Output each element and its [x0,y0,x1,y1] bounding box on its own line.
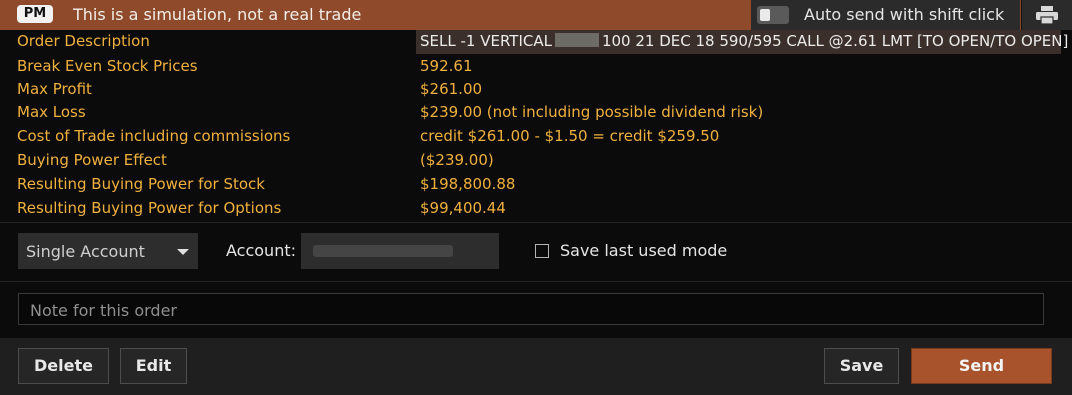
save-button[interactable]: Save [824,348,899,384]
order-row-breakeven: Break Even Stock Prices 592.61 [0,55,1072,79]
save-mode-label[interactable]: Save last used mode [560,241,727,260]
divider [0,222,1072,223]
footer-bar: Delete Edit Save Send [0,338,1072,395]
toggle-knob [760,9,770,21]
order-value: $198,800.88 [420,175,516,193]
account-mode-dropdown[interactable]: Single Account [18,233,198,269]
order-label: Cost of Trade including commissions [17,127,291,145]
order-value: ($239.00) [420,151,494,169]
order-row-bp-options: Resulting Buying Power for Options $99,4… [0,197,1072,221]
redacted-symbol [554,33,599,47]
order-row-max-loss: Max Loss $239.00 (not including possible… [0,101,1072,125]
send-button[interactable]: Send [911,348,1052,384]
autosend-label: Auto send with shift click [804,5,1005,24]
order-value-pre: SELL -1 VERTICAL [420,32,552,50]
autosend-toggle[interactable] [757,6,789,24]
save-mode-checkbox[interactable] [535,244,549,258]
edit-button[interactable]: Edit [120,348,187,384]
account-mode-value: Single Account [26,242,145,261]
order-row-bp-stock: Resulting Buying Power for Stock $198,80… [0,173,1072,197]
order-value: $99,400.44 [420,199,506,217]
order-label: Resulting Buying Power for Stock [17,175,265,193]
pm-badge: PM [17,5,53,23]
order-label: Max Profit [17,80,92,98]
order-note-placeholder: Note for this order [30,301,177,320]
order-value: 592.61 [420,57,473,75]
account-label: Account: [226,241,296,260]
redacted-account-number [313,245,453,257]
simulation-message: This is a simulation, not a real trade [73,5,362,24]
order-label: Break Even Stock Prices [17,57,198,75]
order-label: Resulting Buying Power for Options [17,199,282,217]
order-value: SELL -1 VERTICAL 100 21 DEC 18 590/595 CA… [416,30,1068,54]
chevron-down-icon [177,249,189,255]
order-note-input[interactable]: Note for this order [18,293,1044,325]
order-label: Max Loss [17,103,86,121]
printer-icon [1036,6,1058,24]
account-field[interactable] [301,233,499,269]
delete-button[interactable]: Delete [18,348,109,384]
order-value: credit $261.00 - $1.50 = credit $259.50 [420,127,720,145]
order-value-post: 100 21 DEC 18 590/595 CALL @2.61 LMT [TO… [601,32,1069,50]
order-row-max-profit: Max Profit $261.00 [0,78,1072,102]
order-label: Order Description [17,32,150,50]
order-row-cost: Cost of Trade including commissions cred… [0,125,1072,149]
order-value: $239.00 (not including possible dividend… [420,103,764,121]
order-value: $261.00 [420,80,483,98]
order-row-bp-effect: Buying Power Effect ($239.00) [0,149,1072,173]
print-button[interactable] [1021,0,1072,30]
order-row-description: Order Description SELL -1 VERTICAL 100 21… [0,30,1072,54]
order-label: Buying Power Effect [17,151,167,169]
divider [0,281,1072,282]
